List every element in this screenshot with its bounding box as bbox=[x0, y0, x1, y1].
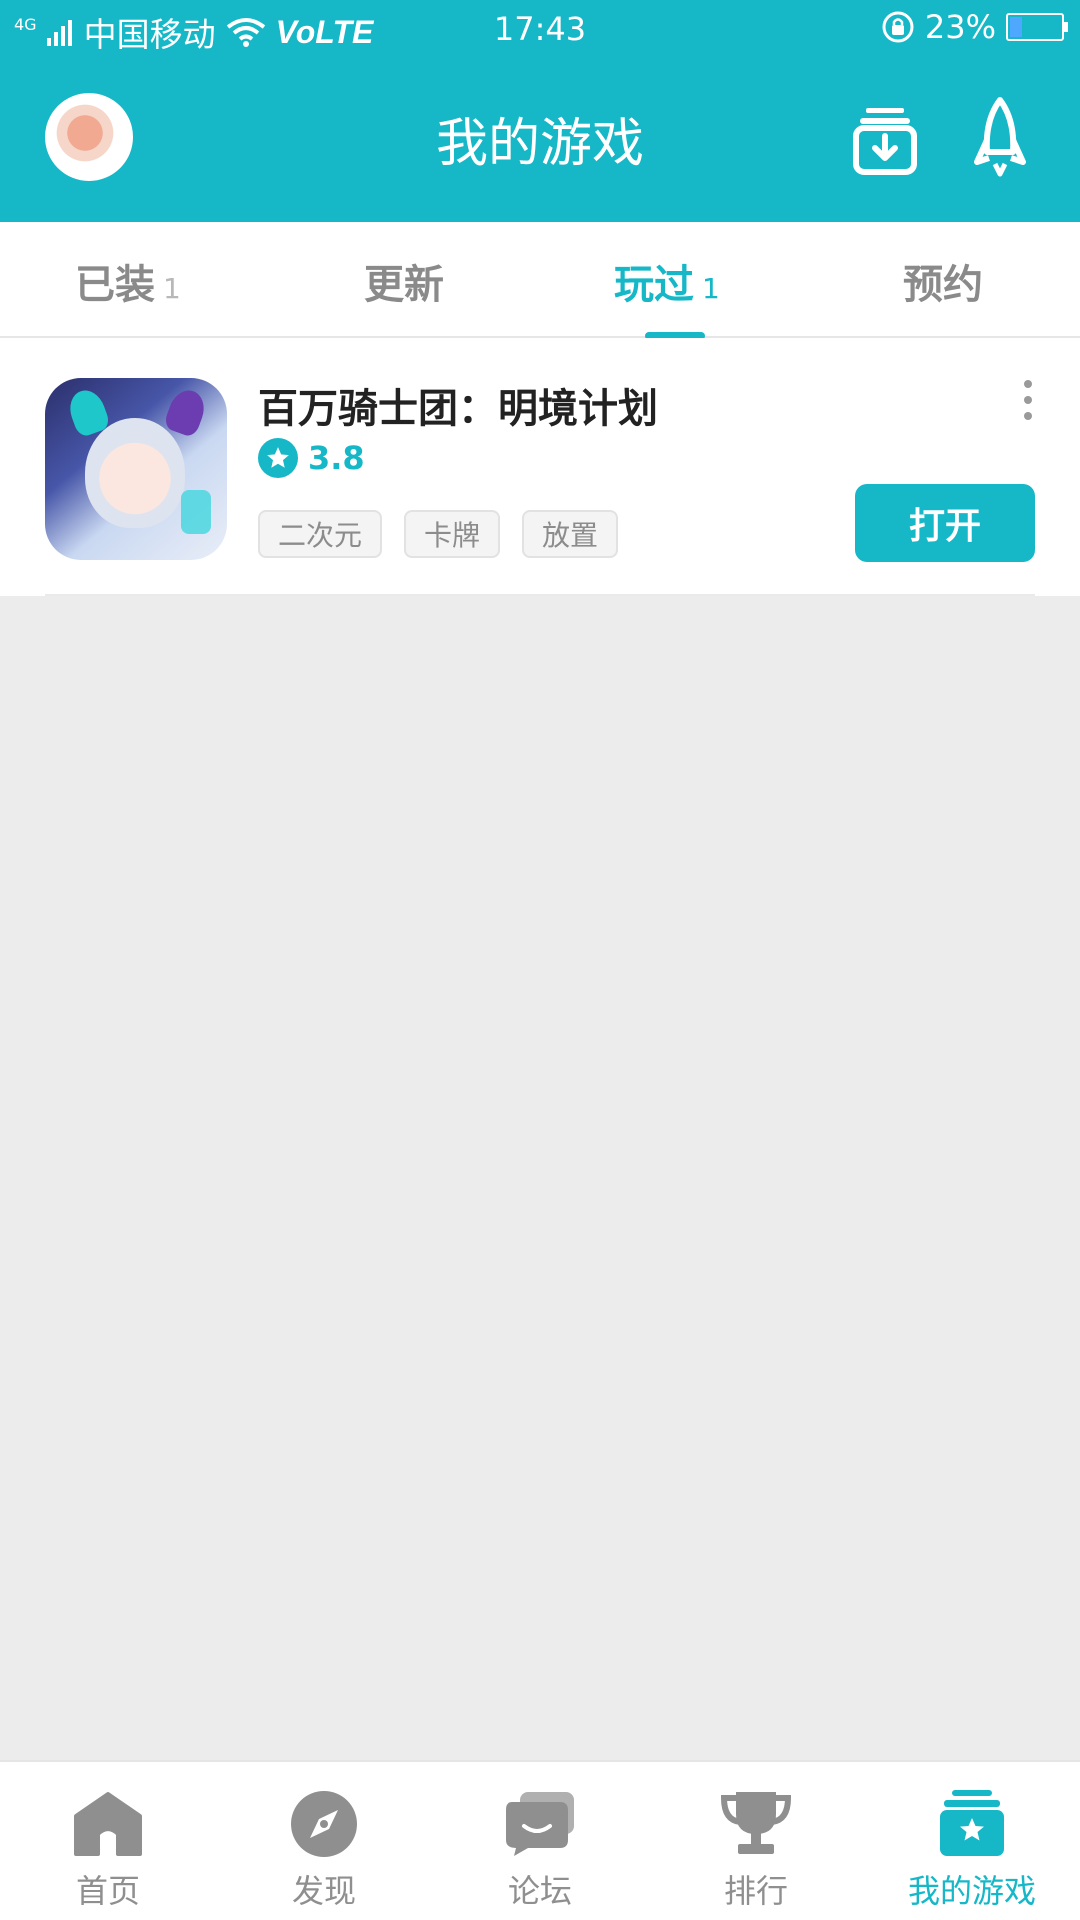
tab-label: 玩过 bbox=[614, 262, 694, 308]
download-icon bbox=[853, 108, 917, 175]
nav-label: 我的游戏 bbox=[907, 1872, 1036, 1910]
battery-fill bbox=[1010, 17, 1023, 37]
nav-label: 排行 bbox=[723, 1872, 788, 1910]
rocket-icon bbox=[974, 97, 1026, 177]
forum-icon bbox=[506, 1792, 574, 1856]
my-games-icon bbox=[940, 1790, 1004, 1856]
game-art-shape bbox=[181, 490, 211, 534]
game-tags: 二次元 卡牌 放置 bbox=[258, 510, 619, 558]
game-icon bbox=[45, 378, 227, 560]
speedup-button[interactable] bbox=[965, 90, 1035, 180]
status-right: 23% bbox=[881, 8, 1068, 46]
game-rating: 3.8 bbox=[258, 438, 365, 478]
app-header: 4G 中国移动 VoLTE 17:43 23% 我的游戏 bbox=[0, 0, 1080, 222]
nav-item-home[interactable]: 首页 bbox=[0, 1762, 216, 1920]
game-tag: 二次元 bbox=[258, 510, 383, 558]
star-icon bbox=[258, 438, 298, 478]
tab-label: 预约 bbox=[903, 262, 983, 308]
nav-label: 首页 bbox=[75, 1872, 140, 1910]
tab-count: 1 bbox=[702, 272, 720, 305]
more-options-icon[interactable] bbox=[1016, 380, 1040, 424]
compass-icon bbox=[291, 1791, 357, 1857]
title-bar: 我的游戏 bbox=[0, 56, 1080, 222]
game-art-shape bbox=[162, 385, 210, 439]
game-tag: 卡牌 bbox=[404, 510, 501, 558]
game-tag: 放置 bbox=[522, 510, 619, 558]
battery-percent: 23% bbox=[924, 8, 996, 46]
bottom-navigation: 首页 发现 论坛 排行 我的游戏 bbox=[0, 1760, 1080, 1920]
tab-bar: 已装 1 更新 玩过 1 预约 bbox=[0, 222, 1080, 340]
nav-item-my-games[interactable]: 我的游戏 bbox=[864, 1762, 1080, 1920]
tab-reserved[interactable]: 预约 bbox=[903, 252, 983, 310]
nav-item-discover[interactable]: 发现 bbox=[216, 1762, 432, 1920]
home-icon bbox=[74, 1792, 142, 1856]
nav-item-ranking[interactable]: 排行 bbox=[648, 1762, 864, 1920]
nav-item-forum[interactable]: 论坛 bbox=[432, 1762, 648, 1920]
tab-label: 已装 bbox=[75, 262, 155, 308]
tab-installed[interactable]: 已装 1 bbox=[75, 252, 181, 310]
tab-count: 1 bbox=[163, 272, 181, 305]
tab-played[interactable]: 玩过 1 bbox=[614, 252, 720, 310]
game-title: 百万骑士团：明境计划 bbox=[258, 386, 658, 432]
battery-icon bbox=[1006, 13, 1068, 41]
rotation-lock-icon bbox=[882, 11, 914, 43]
trophy-icon bbox=[720, 1792, 792, 1854]
divider bbox=[45, 594, 1035, 596]
tab-label: 更新 bbox=[364, 262, 444, 308]
game-list-item[interactable]: 百万骑士团：明境计划 3.8 二次元 卡牌 放置 打开 bbox=[0, 338, 1080, 596]
game-art-shape bbox=[85, 418, 185, 528]
nav-label: 发现 bbox=[291, 1872, 356, 1910]
nav-label: 论坛 bbox=[507, 1872, 572, 1910]
rating-value: 3.8 bbox=[308, 439, 365, 477]
download-manager-button[interactable] bbox=[850, 90, 920, 180]
status-bar: 4G 中国移动 VoLTE 17:43 23% bbox=[0, 0, 1080, 56]
open-game-button[interactable]: 打开 bbox=[855, 484, 1035, 562]
tab-updates[interactable]: 更新 bbox=[364, 252, 444, 310]
